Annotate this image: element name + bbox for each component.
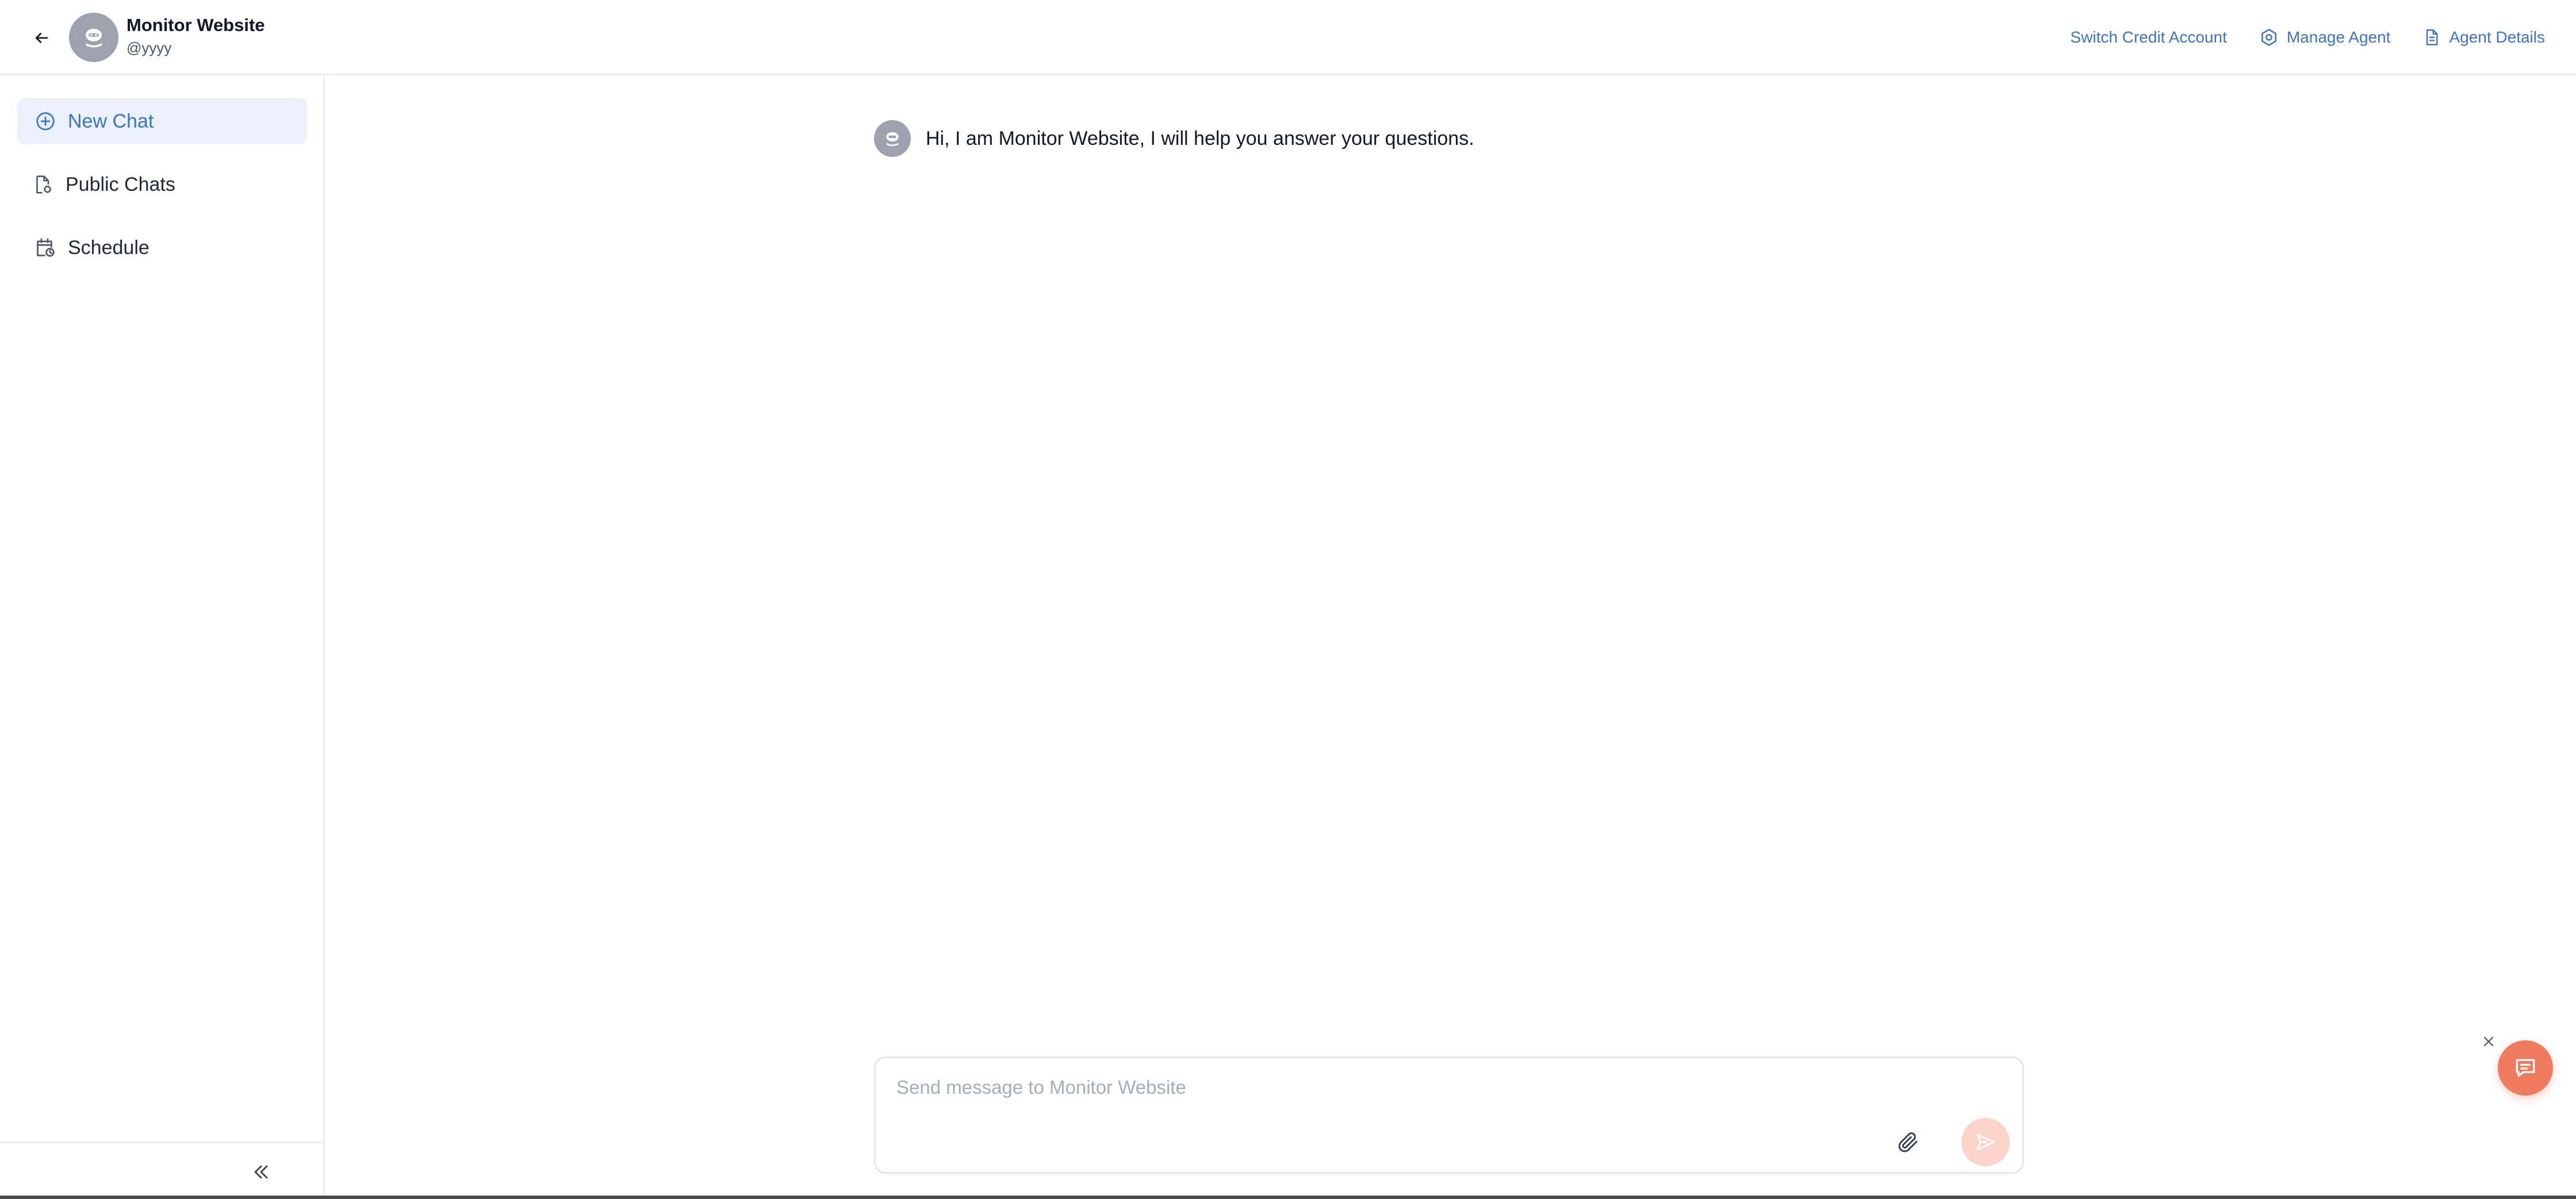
sidebar-item-label: New Chat bbox=[68, 110, 154, 132]
calendar-clock-icon bbox=[34, 237, 56, 259]
collapse-sidebar-button[interactable] bbox=[245, 1156, 277, 1188]
send-icon bbox=[1977, 1133, 1995, 1151]
switch-credit-account-link[interactable]: Switch Credit Account bbox=[2071, 28, 2227, 47]
message-composer bbox=[874, 1056, 2024, 1174]
app-header: Monitor Website @yyyy Switch Credit Acco… bbox=[0, 0, 2576, 75]
switch-credit-account-label: Switch Credit Account bbox=[2070, 28, 2227, 46]
sidebar-item-new-chat[interactable]: New Chat bbox=[17, 98, 307, 144]
chat-widget-button[interactable] bbox=[2498, 1040, 2553, 1096]
arrow-left-icon bbox=[35, 33, 48, 43]
sidebar-item-label: Public Chats bbox=[66, 173, 175, 195]
bot-avatar bbox=[874, 120, 911, 157]
sidebar-footer bbox=[0, 1142, 323, 1199]
document-icon bbox=[2426, 29, 2438, 45]
robot-avatar-icon bbox=[86, 29, 102, 48]
send-button[interactable] bbox=[1961, 1118, 2010, 1166]
attach-button[interactable] bbox=[1892, 1126, 1925, 1158]
agent-details-label: Agent Details bbox=[2449, 28, 2545, 46]
agent-avatar bbox=[69, 13, 118, 62]
manage-agent-label: Manage Agent bbox=[2286, 28, 2391, 46]
paperclip-icon bbox=[1898, 1132, 1918, 1152]
agent-name: Monitor Website bbox=[126, 15, 265, 35]
window-bottom-edge bbox=[0, 1196, 2576, 1199]
bot-message-text: Hi, I am Monitor Website, I will help yo… bbox=[926, 127, 1474, 149]
sidebar: New Chat Public Chats Schedule bbox=[0, 75, 325, 1199]
agent-details-link[interactable]: Agent Details bbox=[2422, 28, 2545, 47]
robot-avatar-icon bbox=[886, 132, 899, 147]
header-actions: Switch Credit Account Manage Agent Agent… bbox=[2071, 23, 2545, 52]
message-input[interactable] bbox=[896, 1073, 1874, 1102]
chat-bubble-icon bbox=[2516, 1059, 2535, 1077]
back-button[interactable] bbox=[26, 23, 56, 53]
chat-area: Hi, I am Monitor Website, I will help yo… bbox=[327, 75, 2576, 1199]
agent-handle: @yyyy bbox=[126, 39, 172, 56]
sidebar-item-public-chats[interactable]: Public Chats bbox=[17, 162, 307, 207]
widget-close-button[interactable] bbox=[2478, 1031, 2499, 1052]
plus-circle-icon bbox=[34, 110, 56, 132]
sidebar-item-label: Schedule bbox=[68, 236, 150, 259]
document-share-icon bbox=[32, 174, 54, 195]
manage-agent-link[interactable]: Manage Agent bbox=[2259, 28, 2391, 47]
sidebar-item-schedule[interactable]: Schedule bbox=[17, 225, 307, 271]
double-chevron-left-icon bbox=[254, 1165, 268, 1179]
gear-icon bbox=[2261, 29, 2276, 46]
close-icon bbox=[2483, 1036, 2494, 1047]
bot-message: Hi, I am Monitor Website, I will help yo… bbox=[874, 120, 1474, 157]
